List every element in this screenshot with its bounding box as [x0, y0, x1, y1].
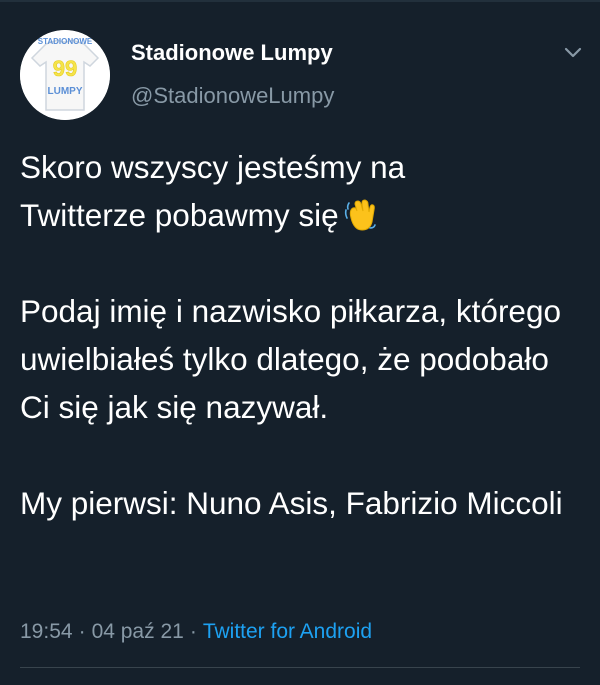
tweet-paragraph-3: My pierwsi: Nuno Asis, Fabrizio Miccoli [20, 485, 563, 521]
meta-separator: · [78, 620, 86, 643]
tweet-line-2: Twitterze pobawmy się [20, 197, 339, 233]
user-handle[interactable]: @StadionoweLumpy [131, 83, 334, 109]
waving-hand-icon [343, 197, 377, 231]
chevron-down-icon[interactable] [560, 40, 586, 66]
tweet-meta: 19:54 · 04 paź 21 · Twitter for Android [20, 620, 372, 644]
tweet-time[interactable]: 19:54 [20, 620, 73, 643]
avatar-top-text: STADIONOWE [38, 37, 93, 46]
tweet-paragraph-2: Podaj imię i nazwisko piłkarza, którego … [20, 293, 561, 425]
tweet-date[interactable]: 04 paź 21 [92, 620, 184, 643]
tweet-source-link[interactable]: Twitter for Android [203, 620, 372, 643]
meta-separator: · [189, 620, 197, 643]
display-name[interactable]: Stadionowe Lumpy [131, 40, 333, 66]
jersey-logo: STADIONOWE 99 LUMPY [20, 30, 110, 120]
tweet-line-2-wrapper: Twitterze pobawmy się [20, 191, 580, 239]
avatar-number: 99 [53, 56, 77, 81]
tweet-text: Skoro wszyscy jesteśmy na Twitterze poba… [20, 143, 580, 527]
top-divider [0, 0, 600, 2]
bottom-divider [20, 667, 580, 668]
tweet-line-1: Skoro wszyscy jesteśmy na [20, 149, 406, 185]
avatar[interactable]: STADIONOWE 99 LUMPY [20, 30, 110, 120]
avatar-bottom-text: LUMPY [48, 86, 83, 97]
tweet-card: STADIONOWE 99 LUMPY Stadionowe Lumpy @St… [0, 0, 600, 685]
